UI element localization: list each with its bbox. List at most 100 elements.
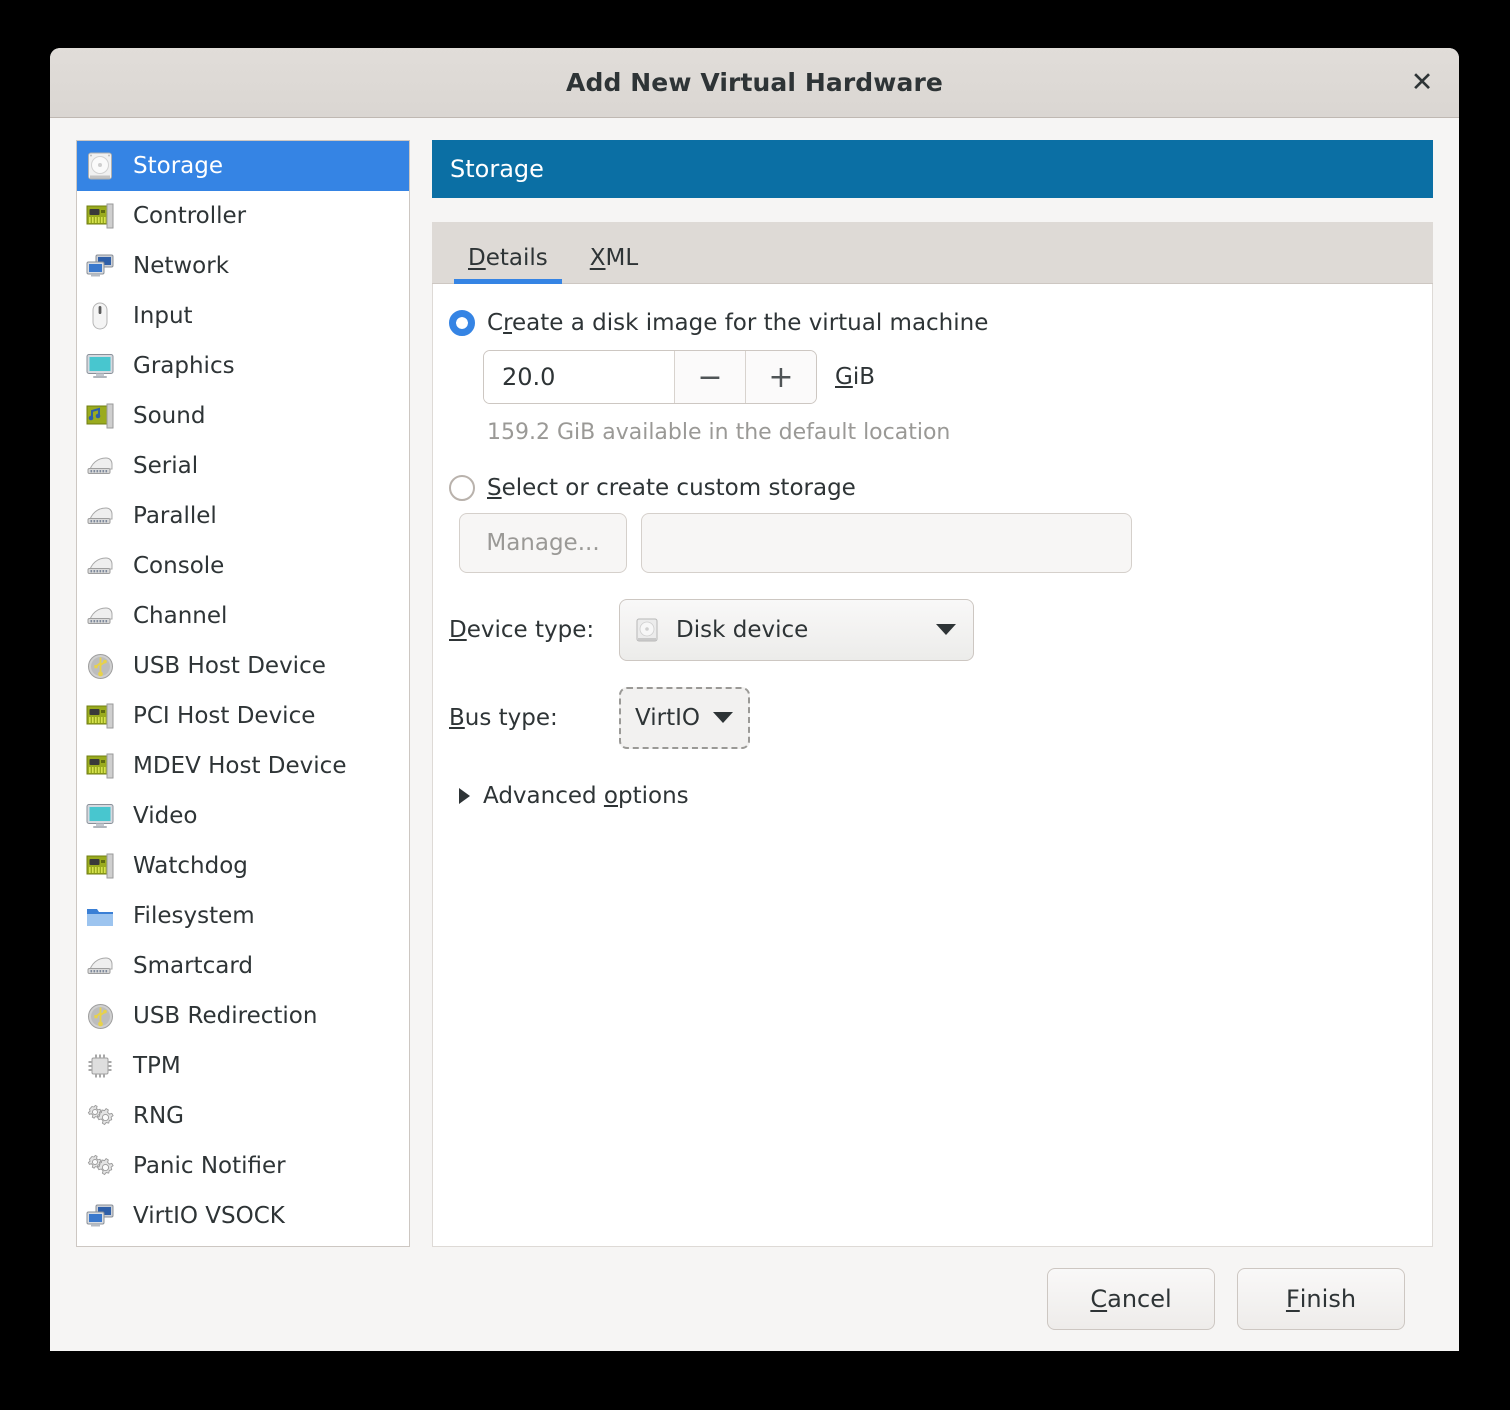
chip-icon: [85, 1051, 115, 1081]
sidebar-item-input[interactable]: Input: [77, 291, 409, 341]
page-title: Add New Virtual Hardware: [566, 68, 943, 97]
network-icon: [85, 251, 115, 281]
bus-type-value: VirtIO: [635, 705, 700, 731]
cancel-button[interactable]: Cancel: [1047, 1268, 1215, 1330]
disk-size-input[interactable]: 20.0: [484, 351, 674, 403]
panel-header: Storage: [432, 140, 1433, 198]
device-type-label: Device type:: [449, 617, 595, 643]
serial-port-icon: [85, 601, 115, 631]
network-icon: [85, 1201, 115, 1231]
detail-panel: Storage Details XML Create a disk image f…: [432, 140, 1433, 1247]
hardware-category-list[interactable]: Storage Controller Network Input Graphics Sou…: [76, 140, 410, 1247]
pci-card-icon: [85, 851, 115, 881]
sidebar-item-label: Filesystem: [133, 903, 255, 929]
sidebar-item-virtio-vsock[interactable]: VirtIO VSOCK: [77, 1191, 409, 1241]
spin-decrement-button[interactable]: −: [674, 351, 745, 403]
serial-port-icon: [85, 501, 115, 531]
spin-increment-button[interactable]: +: [745, 351, 816, 403]
sidebar-item-parallel[interactable]: Parallel: [77, 491, 409, 541]
sidebar-item-smartcard[interactable]: Smartcard: [77, 941, 409, 991]
sidebar-item-serial[interactable]: Serial: [77, 441, 409, 491]
tab-xml[interactable]: XML: [576, 245, 652, 283]
create-disk-image-radio[interactable]: [449, 310, 475, 336]
sidebar-item-video[interactable]: Video: [77, 791, 409, 841]
harddisk-icon: [85, 151, 115, 181]
close-icon[interactable]: ✕: [1401, 62, 1443, 104]
sidebar-item-network[interactable]: Network: [77, 241, 409, 291]
serial-port-icon: [85, 451, 115, 481]
soundcard-icon: [85, 401, 115, 431]
sidebar-item-label: Network: [133, 253, 230, 279]
chevron-down-icon: [712, 709, 734, 728]
bus-type-row: Bus type: VirtIO: [449, 687, 1432, 749]
custom-storage-radio[interactable]: [449, 475, 475, 501]
sidebar-item-label: Sound: [133, 403, 206, 429]
sidebar-item-label: Serial: [133, 453, 199, 479]
sidebar-item-console[interactable]: Console: [77, 541, 409, 591]
sidebar-item-usb-redirection[interactable]: USB Redirection: [77, 991, 409, 1041]
dialog-footer: Cancel Finish: [76, 1247, 1433, 1351]
sidebar-item-controller[interactable]: Controller: [77, 191, 409, 241]
serial-port-icon: [85, 551, 115, 581]
panel-header-label: Storage: [450, 155, 544, 183]
pci-card-icon: [85, 701, 115, 731]
sidebar-item-label: Channel: [133, 603, 228, 629]
sidebar-item-tpm[interactable]: TPM: [77, 1041, 409, 1091]
bus-type-label: Bus type:: [449, 705, 558, 731]
usb-icon: [85, 1001, 115, 1031]
chevron-down-icon: [935, 621, 957, 640]
sidebar-item-label: Parallel: [133, 503, 217, 529]
bus-type-combobox[interactable]: VirtIO: [619, 687, 750, 749]
gears-icon: [85, 1151, 115, 1181]
sidebar-item-filesystem[interactable]: Filesystem: [77, 891, 409, 941]
usb-icon: [85, 651, 115, 681]
sidebar-item-rng[interactable]: RNG: [77, 1091, 409, 1141]
sidebar-item-label: MDEV Host Device: [133, 753, 347, 779]
disk-size-spinner[interactable]: 20.0 − +: [483, 350, 817, 404]
harddisk-icon: [634, 618, 660, 642]
sidebar-item-pci-host-device[interactable]: PCI Host Device: [77, 691, 409, 741]
sidebar-item-storage[interactable]: Storage: [77, 141, 409, 191]
titlebar: Add New Virtual Hardware ✕: [50, 48, 1459, 118]
gears-icon: [85, 1101, 115, 1131]
sidebar-item-channel[interactable]: Channel: [77, 591, 409, 641]
sidebar-item-label: RNG: [133, 1103, 185, 1129]
display-icon: [85, 351, 115, 381]
sidebar-item-label: PCI Host Device: [133, 703, 316, 729]
panel-spacer: [432, 198, 1433, 222]
sidebar-item-label: Input: [133, 303, 193, 329]
finish-button[interactable]: Finish: [1237, 1268, 1405, 1330]
manage-button[interactable]: Manage...: [459, 513, 627, 573]
custom-storage-label: Select or create custom storage: [487, 475, 856, 501]
disk-size-row: 20.0 − + GiB: [483, 350, 1432, 404]
device-type-combobox[interactable]: Disk device: [619, 599, 974, 661]
custom-storage-option[interactable]: Select or create custom storage: [449, 475, 1432, 501]
storage-path-input[interactable]: [641, 513, 1132, 573]
sidebar-item-usb-host-device[interactable]: USB Host Device: [77, 641, 409, 691]
sidebar-item-mdev-host-device[interactable]: MDEV Host Device: [77, 741, 409, 791]
available-space-hint: 159.2 GiB available in the default locat…: [487, 420, 951, 445]
sidebar-item-label: Smartcard: [133, 953, 253, 979]
advanced-options-label: Advanced options: [483, 783, 689, 809]
sidebar-item-panic-notifier[interactable]: Panic Notifier: [77, 1141, 409, 1191]
pci-card-icon: [85, 751, 115, 781]
collapsed-triangle-icon: [457, 787, 471, 805]
sidebar-item-sound[interactable]: Sound: [77, 391, 409, 441]
sidebar-item-label: Console: [133, 553, 225, 579]
tab-details[interactable]: Details: [454, 245, 562, 284]
display-icon: [85, 801, 115, 831]
add-hardware-dialog: Add New Virtual Hardware ✕ Storage Contro…: [50, 48, 1459, 1351]
sidebar-item-graphics[interactable]: Graphics: [77, 341, 409, 391]
mouse-icon: [85, 301, 115, 331]
details-tab-content: Create a disk image for the virtual mach…: [432, 284, 1433, 1247]
tab-bar: Details XML: [432, 222, 1433, 284]
sidebar-item-label: Panic Notifier: [133, 1153, 286, 1179]
create-disk-image-option[interactable]: Create a disk image for the virtual mach…: [449, 310, 1432, 336]
device-type-row: Device type: Disk device: [449, 599, 1432, 661]
create-disk-image-label: Create a disk image for the virtual mach…: [487, 310, 989, 336]
dialog-body: Storage Controller Network Input Graphics Sou…: [50, 118, 1459, 1351]
pci-card-icon: [85, 201, 115, 231]
advanced-options-expander[interactable]: Advanced options: [457, 783, 1432, 809]
sidebar-item-watchdog[interactable]: Watchdog: [77, 841, 409, 891]
folder-icon: [85, 901, 115, 931]
